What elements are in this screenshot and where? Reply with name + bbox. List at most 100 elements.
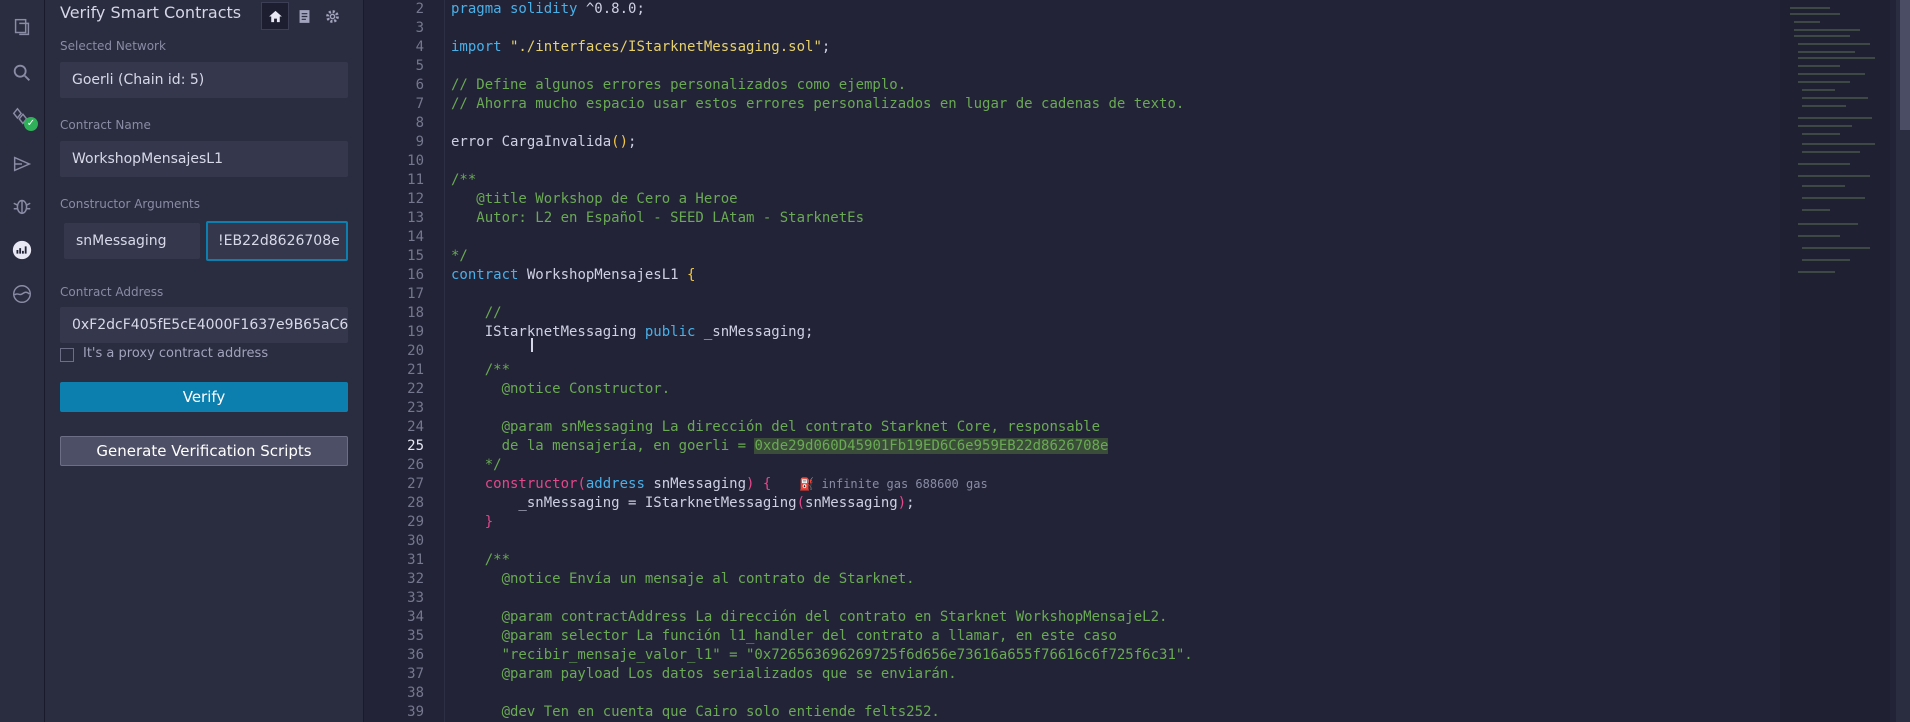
line-number: 34 <box>407 609 424 625</box>
arg-name-field: snMessaging <box>64 223 200 259</box>
text-cursor-icon <box>531 338 533 352</box>
gas-pump-icon: ⛽ <box>799 477 822 491</box>
plugin-icon[interactable] <box>8 280 36 308</box>
code-line: } <box>451 514 494 530</box>
minimap[interactable] <box>1780 0 1890 722</box>
code-line: */ <box>451 457 502 473</box>
code-line: @param contractAddress La dirección del … <box>451 609 1168 625</box>
solidity-compiler-icon[interactable]: ✓ <box>8 103 38 131</box>
line-number-gutter: 2 3 4 5 6 7 8 9 10 11 12 13 14 15 16 17 18 19 20 21 22 23 24 25… <box>364 0 445 722</box>
line-number: 15 <box>407 248 424 264</box>
code-line: pragma solidity ^0.8.0; <box>451 1 645 17</box>
line-number: 33 <box>407 590 424 606</box>
gas-estimate: ⛽ infinite gas 688600 gas <box>799 477 988 491</box>
proxy-label: It's a proxy contract address <box>83 346 269 361</box>
line-number: 38 <box>407 685 424 701</box>
line-number: 31 <box>407 552 424 568</box>
debugger-icon[interactable] <box>8 192 36 220</box>
code-line: */ <box>451 248 468 264</box>
code-line: error CargaInvalida(); <box>451 134 637 150</box>
line-number: 35 <box>407 628 424 644</box>
line-number: 23 <box>407 400 424 416</box>
panel-title: Verify Smart Contracts <box>60 3 242 22</box>
code-line: @param snMessaging La dirección del cont… <box>451 419 1101 435</box>
minimap-preview <box>1790 7 1875 273</box>
code-line: @param selector La función l1_handler de… <box>451 628 1117 644</box>
line-number: 29 <box>407 514 424 530</box>
line-number: 17 <box>407 286 424 302</box>
arg-value-input[interactable]: !EB22d8626708e <box>206 221 348 261</box>
line-number: 26 <box>407 457 424 473</box>
line-number: 14 <box>407 229 424 245</box>
code-line: constructor(address snMessaging) {⛽ infi… <box>451 476 988 492</box>
highlighted-address: 0xde29d060D45901Fb19ED6C6e959EB22d862670… <box>754 438 1109 454</box>
line-number: 21 <box>407 362 424 378</box>
file-explorer-icon[interactable] <box>8 13 36 41</box>
line-number: 16 <box>407 267 424 283</box>
line-number: 39 <box>407 704 424 720</box>
receipt-icon <box>299 9 309 23</box>
home-icon <box>268 10 282 22</box>
line-number: 30 <box>407 533 424 549</box>
code-line: // <box>451 305 502 321</box>
contract-address-input[interactable]: 0xF2dcF405fE5cE4000F1637e9B65aC6F <box>60 307 348 343</box>
line-number: 12 <box>407 191 424 207</box>
gear-icon <box>325 9 339 23</box>
receipts-button[interactable] <box>290 2 318 30</box>
code-line: @notice Constructor. <box>451 381 671 397</box>
code-line: @param payload Los datos serializados qu… <box>451 666 957 682</box>
line-number: 36 <box>407 647 424 663</box>
code-editor[interactable]: pragma solidity ^0.8.0; import "./interf… <box>451 0 1771 722</box>
line-number: 37 <box>407 666 424 682</box>
verify-panel: Verify Smart Contracts Selected Network … <box>45 0 364 722</box>
line-number: 10 <box>407 153 424 169</box>
code-line: /** <box>451 172 477 188</box>
code-line: @notice Envía un mensaje al contrato de … <box>451 571 915 587</box>
code-line: @dev Ten en cuenta que Cairo solo entien… <box>451 704 940 720</box>
line-number: 7 <box>415 96 424 112</box>
code-line: /** <box>451 362 511 378</box>
activity-bar: ✓ <box>0 0 45 722</box>
constructor-args-label: Constructor Arguments <box>60 197 201 211</box>
line-number: 6 <box>415 77 424 93</box>
line-number: 27 <box>407 476 424 492</box>
code-line: IStarknetMessaging public _snMessaging; <box>451 324 814 340</box>
contract-verification-icon[interactable] <box>8 236 36 264</box>
deploy-run-icon[interactable] <box>8 150 36 178</box>
line-number: 28 <box>407 495 424 511</box>
check-badge-icon: ✓ <box>24 117 38 131</box>
code-line: // Define algunos errores personalizados… <box>451 77 907 93</box>
settings-button[interactable] <box>318 2 346 30</box>
contract-address-label: Contract Address <box>60 285 164 299</box>
line-number: 32 <box>407 571 424 587</box>
line-number: 4 <box>415 39 424 55</box>
network-select[interactable]: Goerli (Chain id: 5) <box>60 62 348 98</box>
contract-name-input[interactable]: WorkshopMensajesL1 <box>60 141 348 177</box>
code-line: /** <box>451 552 511 568</box>
code-line: _snMessaging = IStarknetMessaging(snMess… <box>451 495 915 511</box>
code-line: import "./interfaces/IStarknetMessaging.… <box>451 39 831 55</box>
code-line: // Ahorra mucho espacio usar estos error… <box>451 96 1185 112</box>
line-number: 8 <box>415 115 424 131</box>
proxy-checkbox[interactable] <box>60 348 74 362</box>
generate-scripts-button[interactable]: Generate Verification Scripts <box>60 436 348 466</box>
network-label: Selected Network <box>60 39 166 53</box>
code-line: @title Workshop de Cero a Heroe <box>451 191 738 207</box>
line-number: 3 <box>415 20 424 36</box>
line-number: 18 <box>407 305 424 321</box>
line-number: 25 <box>407 438 424 454</box>
line-number: 19 <box>407 324 424 340</box>
line-number: 5 <box>415 58 424 74</box>
code-line: contract WorkshopMensajesL1 { <box>451 267 696 283</box>
line-number: 9 <box>415 134 424 150</box>
line-number: 11 <box>407 172 424 188</box>
search-icon[interactable] <box>8 59 36 87</box>
code-line: Autor: L2 en Español - SEED LAtam - Star… <box>451 210 865 226</box>
line-number: 13 <box>407 210 424 226</box>
code-line: "recibir_mensaje_valor_l1" = "0x72656369… <box>451 647 1193 663</box>
home-button[interactable] <box>261 2 289 30</box>
contract-name-label: Contract Name <box>60 118 151 132</box>
line-number: 24 <box>407 419 424 435</box>
scrollbar-thumb[interactable] <box>1900 0 1910 130</box>
verify-button[interactable]: Verify <box>60 382 348 412</box>
